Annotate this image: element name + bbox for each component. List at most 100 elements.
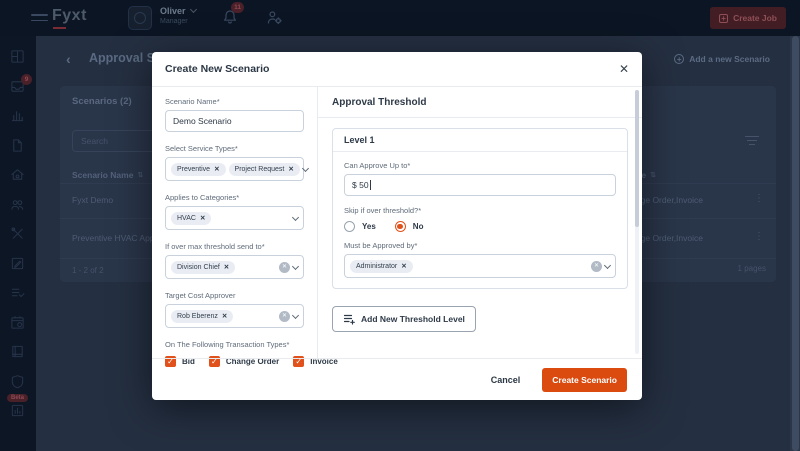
scenario-form-column: Scenario Name* Demo Scenario Select Serv…: [152, 87, 338, 367]
tools-icon: [11, 227, 23, 239]
transaction-types-label: On The Following Transaction Types*: [165, 340, 290, 349]
plus-circle-icon: +: [674, 54, 685, 64]
chip-division-chief[interactable]: Division Chief ✕: [171, 260, 236, 274]
playlist-add-icon: [343, 314, 355, 325]
remove-chip-icon[interactable]: ✕: [224, 263, 229, 271]
over-max-send-to-label: If over max threshold send to*: [165, 242, 265, 251]
notifications-button[interactable]: 11: [222, 2, 244, 31]
page-scrollbar[interactable]: [790, 36, 800, 451]
sidebar-item-equipment[interactable]: [10, 226, 26, 242]
plus-square-icon: +: [719, 13, 729, 23]
scrollbar-thumb[interactable]: [791, 36, 799, 451]
side-nav: 9 Beta: [0, 36, 36, 451]
approved-by-select[interactable]: Administrator ✕ ✕: [344, 254, 616, 278]
add-threshold-level-label: Add New Threshold Level: [361, 314, 465, 324]
user-role: Manager: [160, 18, 188, 25]
modal-body: Scenario Name* Demo Scenario Select Serv…: [152, 87, 642, 367]
create-scenario-button[interactable]: Create Scenario: [542, 367, 627, 392]
close-icon[interactable]: ✕: [619, 62, 629, 76]
target-cost-approver-label: Target Cost Approver: [165, 291, 236, 300]
create-job-button[interactable]: + Create Job: [710, 7, 786, 29]
sidebar-item-notes[interactable]: [10, 256, 26, 272]
pagination-range: 1 - 2 of 2: [72, 266, 104, 275]
sidebar-item-jobs-inbox[interactable]: 9: [10, 73, 32, 95]
column-header-scenario-name[interactable]: Scenario Name ⇅: [72, 170, 143, 180]
bar-chart-icon: [11, 111, 24, 122]
people-icon: [11, 199, 24, 210]
add-threshold-level-button[interactable]: Add New Threshold Level: [332, 306, 476, 332]
radio-no-label: No: [412, 222, 424, 231]
modal-title: Create New Scenario: [165, 63, 270, 75]
table-row-name[interactable]: Fyxt Demo: [72, 195, 113, 205]
clear-icon[interactable]: ✕: [591, 260, 602, 272]
row-menu-icon[interactable]: ⋮: [754, 231, 764, 242]
calendar-clock-icon: [11, 315, 24, 329]
chip-administrator[interactable]: Administrator ✕: [350, 259, 413, 273]
chevron-down-icon: [291, 213, 300, 221]
logo-accent: [53, 27, 66, 29]
chip-hvac[interactable]: HVAC ✕: [171, 211, 212, 225]
avatar[interactable]: [128, 6, 152, 30]
radio-no[interactable]: [394, 221, 406, 232]
sidebar-item-dashboard[interactable]: [10, 49, 26, 65]
user-name: Oliver: [160, 6, 186, 16]
skip-threshold-label: Skip if over threshold?*: [344, 206, 422, 215]
categories-select[interactable]: HVAC ✕: [165, 206, 304, 230]
sidebar-item-reports[interactable]: Beta: [7, 394, 29, 419]
cancel-button[interactable]: Cancel: [491, 375, 521, 385]
sidebar-item-compliance[interactable]: [10, 374, 26, 390]
remove-chip-icon[interactable]: ✕: [222, 312, 227, 320]
add-scenario-link[interactable]: + Add a new Scenario: [674, 54, 770, 64]
sort-icon: ⇅: [137, 172, 144, 179]
sidebar-item-analytics[interactable]: [10, 108, 26, 124]
top-bar: Fyxt Oliver Manager 11 + Create Job: [0, 0, 800, 36]
sidebar-item-ledger[interactable]: [10, 344, 26, 360]
checklist-icon: [11, 288, 25, 298]
clear-icon[interactable]: ✕: [279, 261, 290, 273]
target-cost-approver-select[interactable]: Rob Eberenz ✕ ✕: [165, 304, 304, 328]
menu-icon[interactable]: [31, 14, 48, 25]
remove-chip-icon[interactable]: ✕: [200, 214, 205, 222]
approve-up-to-input[interactable]: $ 50: [344, 174, 616, 196]
sidebar-item-team[interactable]: [10, 197, 26, 213]
user-menu[interactable]: Oliver Manager: [160, 5, 197, 25]
inbox-badge: 9: [21, 73, 32, 85]
user-settings-button[interactable]: [266, 9, 283, 31]
remove-chip-icon[interactable]: ✕: [288, 165, 293, 173]
modal-scrollbar[interactable]: [635, 90, 639, 354]
approve-up-to-label: Can Approve Up to*: [344, 161, 411, 170]
radio-yes[interactable]: [344, 221, 355, 232]
chip-rob-eberenz[interactable]: Rob Eberenz ✕: [171, 309, 234, 323]
chevron-down-icon: [291, 311, 300, 319]
clear-icon[interactable]: ✕: [279, 310, 290, 322]
approval-threshold-column: Approval Threshold Level 1 Can Approve U…: [318, 87, 642, 358]
text-caret: [369, 180, 371, 190]
sidebar-item-documents[interactable]: [10, 138, 26, 154]
filter-icon[interactable]: [744, 136, 760, 148]
panel-title: Scenarios (2): [72, 96, 132, 107]
beta-badge: Beta: [7, 394, 29, 402]
remove-chip-icon[interactable]: ✕: [401, 262, 406, 270]
over-max-send-to-select[interactable]: Division Chief ✕ ✕: [165, 255, 304, 279]
service-types-select[interactable]: Preventive ✕ Project Request ✕: [165, 157, 309, 181]
modal-footer: Cancel Create Scenario: [152, 358, 642, 400]
sidebar-item-schedule[interactable]: [10, 315, 26, 331]
dashboard-icon: [11, 50, 24, 63]
back-icon[interactable]: ‹: [66, 51, 71, 67]
sidebar-item-tasks[interactable]: [10, 285, 26, 301]
scenario-name-input[interactable]: Demo Scenario: [165, 110, 304, 132]
sidebar-item-properties[interactable]: [10, 167, 26, 183]
chevron-down-icon: [291, 262, 300, 270]
scrollbar-thumb[interactable]: [635, 90, 639, 228]
level-title: Level 1: [333, 129, 627, 152]
chevron-down-icon: [301, 164, 309, 172]
row-menu-icon[interactable]: ⋮: [754, 193, 764, 204]
property-icon: [11, 169, 24, 180]
remove-chip-icon[interactable]: ✕: [214, 165, 219, 173]
app-logo: Fyxt: [52, 7, 87, 24]
chip-project-request[interactable]: Project Request ✕: [228, 162, 300, 176]
chevron-down-icon: [603, 261, 612, 269]
note-pen-icon: [11, 257, 24, 269]
chip-preventive[interactable]: Preventive ✕: [171, 162, 226, 176]
pagination-pages: 1 pages: [737, 264, 766, 273]
